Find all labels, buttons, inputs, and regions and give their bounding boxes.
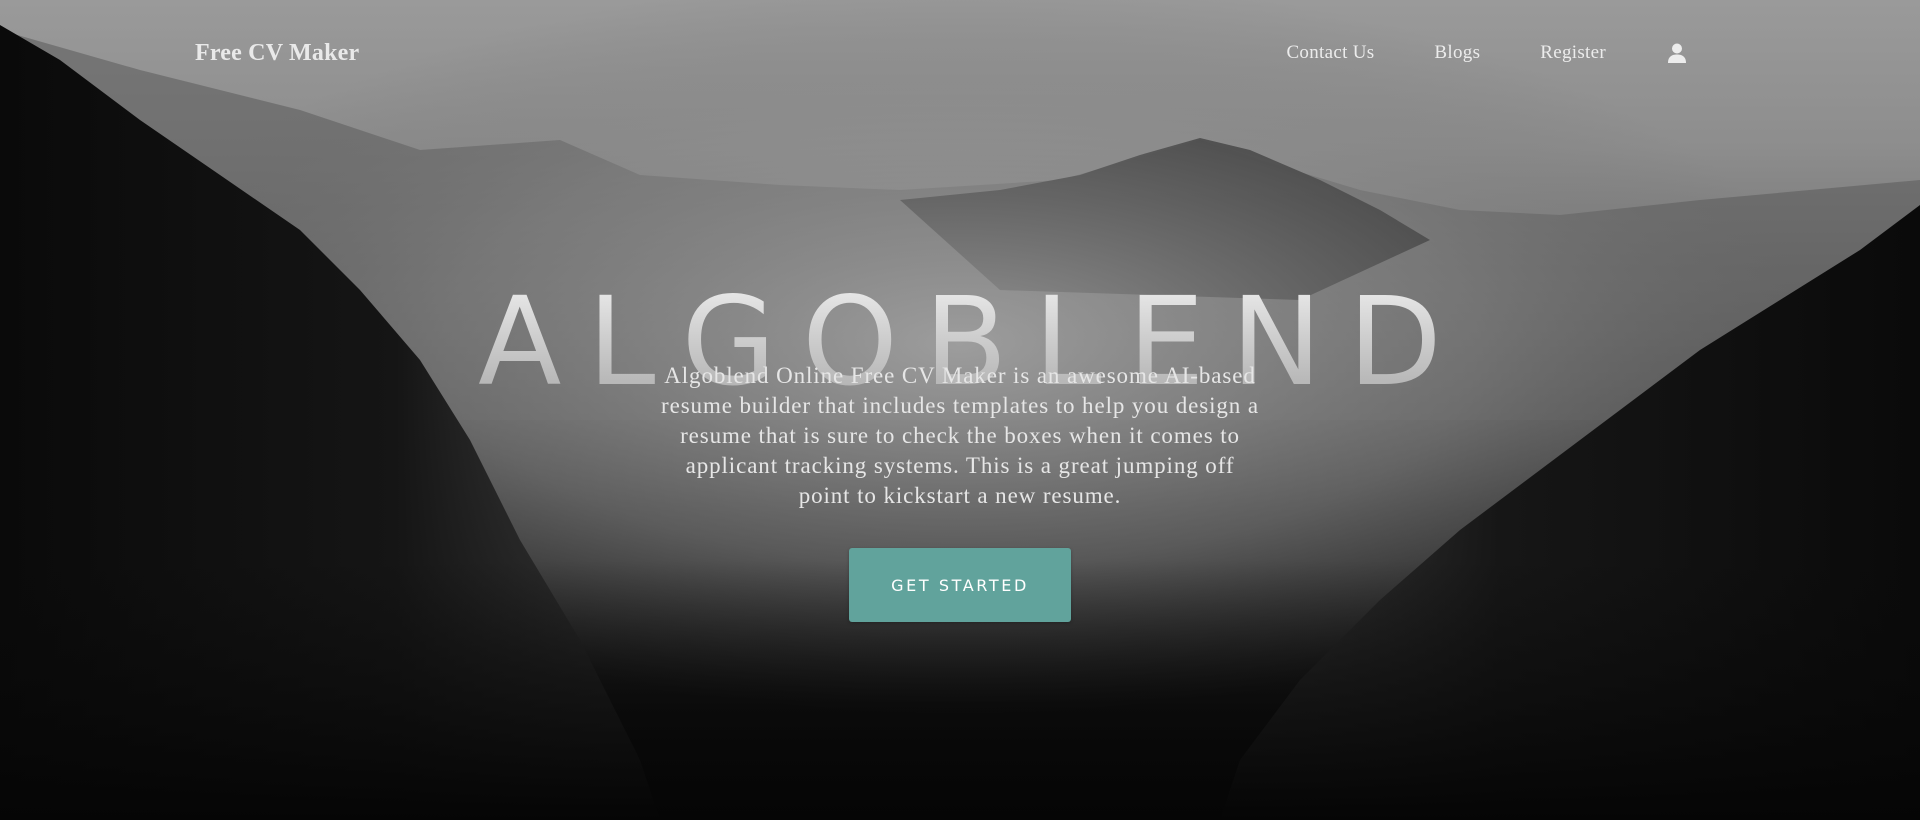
brand-logo-link[interactable]: Free CV Maker <box>195 40 359 67</box>
nav-link-register[interactable]: Register <box>1540 42 1606 64</box>
user-icon[interactable] <box>1666 42 1688 64</box>
hero-section: Free CV Maker Contact Us Blogs Register … <box>0 0 1920 820</box>
nav-links: Contact Us Blogs Register <box>1286 42 1688 64</box>
hero-description: Algoblend Online Free CV Maker is an awe… <box>661 363 1259 508</box>
top-navbar: Free CV Maker Contact Us Blogs Register <box>0 0 1920 110</box>
get-started-button[interactable]: GET STARTED <box>849 548 1071 622</box>
nav-link-blogs[interactable]: Blogs <box>1434 42 1480 64</box>
nav-link-contact-us[interactable]: Contact Us <box>1286 42 1374 64</box>
